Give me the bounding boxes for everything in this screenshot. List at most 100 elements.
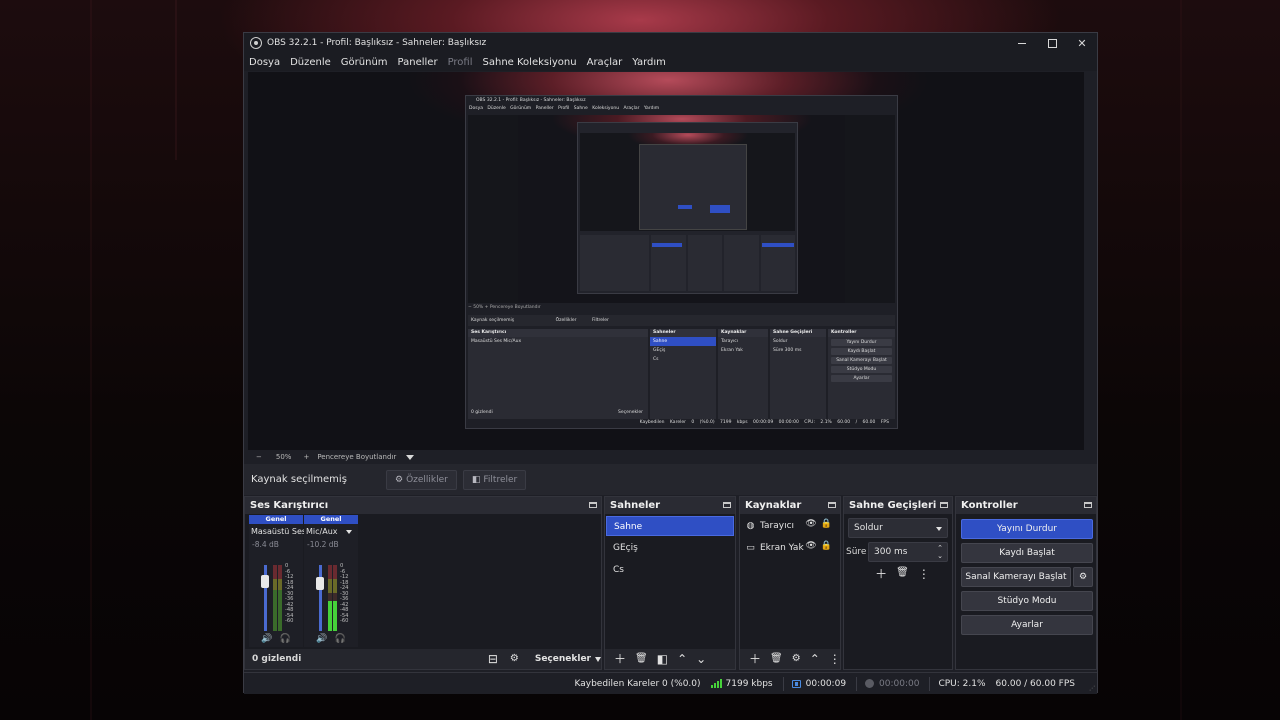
spinner-icon[interactable]: ⌃ ⌄ bbox=[937, 544, 943, 560]
nested-scenes: Sahneler Sahne GEçiş Cs bbox=[650, 329, 716, 419]
more-icon[interactable]: ⋮ bbox=[829, 653, 841, 665]
more-icon[interactable]: ⋮ bbox=[918, 568, 930, 580]
link-settings-icon[interactable]: ⚙ bbox=[510, 654, 519, 664]
scene-item[interactable]: Sahne bbox=[606, 516, 734, 536]
transition-actions: ＋ 🗑 ⋮ bbox=[844, 568, 952, 581]
chevron-down-icon[interactable] bbox=[595, 656, 601, 662]
nested-dock bbox=[580, 235, 649, 291]
zoom-in-button[interactable]: + bbox=[303, 453, 309, 461]
maximize-button[interactable] bbox=[1037, 33, 1067, 53]
nested-canvas bbox=[518, 115, 845, 303]
eye-icon[interactable]: 👁 bbox=[805, 519, 816, 529]
resize-grip-icon[interactable]: ⋰ bbox=[1089, 685, 1095, 692]
menu-profile[interactable]: Profil bbox=[448, 57, 473, 68]
record-time: 00:00:00 bbox=[865, 679, 919, 689]
headphones-icon[interactable]: 🎧 bbox=[279, 634, 290, 644]
source-item[interactable]: ◍ Tarayıcı 👁 🔒 bbox=[740, 516, 840, 536]
nested-btn: Kaydı Başlat bbox=[831, 348, 892, 355]
scene-item[interactable]: Cs bbox=[606, 560, 734, 580]
menu-help[interactable]: Yardım bbox=[632, 57, 666, 68]
duration-value: 300 ms bbox=[874, 547, 908, 557]
strip-db: -10.2 dB bbox=[307, 540, 339, 549]
chevron-down-icon[interactable] bbox=[406, 454, 415, 460]
nested-status: Kaybedilen Kareler 0 (%0.0) 7199 kbps 00… bbox=[639, 420, 889, 425]
options-button[interactable]: Seçenekler bbox=[535, 654, 591, 664]
menu-file[interactable]: Dosya bbox=[249, 57, 280, 68]
undock-icon[interactable] bbox=[940, 502, 948, 508]
chevron-down-icon[interactable]: ⌄ bbox=[696, 653, 706, 665]
menu-edit[interactable]: Düzenle bbox=[290, 57, 331, 68]
gear-icon[interactable]: ⚙ bbox=[792, 654, 801, 664]
nested-mixer: Ses Karıştırıcı Masaüstü Ses Mic/Aux 0 g… bbox=[468, 329, 648, 419]
scene-item[interactable]: GEçiş bbox=[606, 538, 734, 558]
nested-controls-title: Kontroller bbox=[828, 329, 895, 337]
eye-icon[interactable]: 👁 bbox=[805, 541, 816, 551]
nested-scene-item: Cs bbox=[653, 357, 659, 362]
mixer-strip-desktop: Genel Masaüstü Ses -8.4 dB 0 -6 -12 -18 -24-… bbox=[249, 515, 316, 647]
nested-obs-capture-2 bbox=[577, 122, 798, 294]
scenes-title: Sahneler bbox=[605, 497, 735, 514]
virtual-camera-settings-button[interactable]: ⚙ bbox=[1073, 567, 1093, 587]
trash-icon[interactable]: 🗑 bbox=[896, 568, 909, 580]
volume-fader[interactable] bbox=[319, 565, 322, 631]
lock-icon[interactable]: 🔒 bbox=[821, 519, 832, 529]
menu-view[interactable]: Görünüm bbox=[341, 57, 388, 68]
start-record-button[interactable]: Kaydı Başlat bbox=[961, 543, 1093, 563]
preview-area[interactable]: OBS 32.2.1 - Profil: Başlıksız - Sahnele… bbox=[248, 72, 1084, 450]
nested-btn: Stüdyo Modu bbox=[831, 366, 892, 373]
add-icon[interactable]: ＋ bbox=[749, 653, 761, 665]
undock-icon[interactable] bbox=[828, 502, 836, 508]
strip-tag: Genel bbox=[249, 515, 303, 524]
fader-handle[interactable] bbox=[316, 577, 324, 590]
nested-obs-capture: OBS 32.2.1 - Profil: Başlıksız - Sahnele… bbox=[465, 95, 898, 429]
strip-name-select[interactable]: Masaüstü Ses bbox=[249, 527, 316, 536]
headphones-icon[interactable]: 🎧 bbox=[334, 634, 345, 644]
transition-select[interactable]: Soldur bbox=[848, 518, 948, 538]
speaker-icon[interactable]: 🔊 bbox=[261, 634, 272, 644]
trash-icon[interactable]: 🗑 bbox=[770, 654, 783, 664]
trash-icon[interactable]: 🗑 bbox=[635, 654, 648, 664]
undock-icon[interactable] bbox=[723, 502, 731, 508]
background-decoration bbox=[90, 0, 92, 720]
settings-button[interactable]: Ayarlar bbox=[961, 615, 1093, 635]
nested-dock bbox=[687, 235, 722, 291]
menu-scene-collection[interactable]: Sahne Koleksiyonu bbox=[483, 57, 577, 68]
virtual-camera-button[interactable]: Sanal Kamerayı Başlat bbox=[961, 567, 1071, 587]
studio-mode-button[interactable]: Stüdyo Modu bbox=[961, 591, 1093, 611]
fader-handle[interactable] bbox=[261, 575, 269, 588]
chevron-up-icon[interactable]: ⌃ bbox=[810, 653, 820, 665]
menu-tools[interactable]: Araçlar bbox=[587, 57, 623, 68]
properties-button[interactable]: ⚙ Özellikler bbox=[386, 469, 457, 490]
chevron-up-icon[interactable]: ⌃ bbox=[677, 653, 687, 665]
record-icon bbox=[865, 679, 875, 688]
controls-title: Kontroller bbox=[956, 497, 1096, 514]
speaker-icon[interactable]: 🔊 bbox=[316, 634, 327, 644]
undock-icon[interactable] bbox=[589, 502, 597, 508]
preview-canvas[interactable]: OBS 32.2.1 - Profil: Başlıksız - Sahnele… bbox=[248, 72, 1084, 450]
close-button[interactable]: ✕ bbox=[1067, 33, 1097, 53]
nested-strip-name: Mic/Aux bbox=[503, 339, 522, 344]
zoom-out-button[interactable]: − bbox=[256, 453, 262, 461]
layout-icon[interactable]: ⊟ bbox=[488, 653, 498, 665]
undock-icon[interactable] bbox=[1084, 502, 1092, 508]
nested-sources-title: Kaynaklar bbox=[718, 329, 768, 337]
lock-icon[interactable]: 🔒 bbox=[821, 541, 832, 551]
zoom-mode-select[interactable]: Pencereye Boyutlandır bbox=[317, 453, 396, 461]
source-item[interactable]: ▭ Ekran Yak 👁 🔒 bbox=[740, 538, 840, 558]
menu-docks[interactable]: Paneller bbox=[398, 57, 438, 68]
source-name: Ekran Yak bbox=[760, 543, 804, 553]
filters-button[interactable]: ◧ Filtreler bbox=[462, 469, 527, 490]
nested-btn: Yayını Durdur bbox=[831, 339, 892, 346]
hidden-count: 0 gizlendi bbox=[252, 654, 302, 664]
add-icon[interactable]: ＋ bbox=[875, 568, 887, 580]
minimize-button[interactable] bbox=[1007, 33, 1037, 53]
add-icon[interactable]: ＋ bbox=[614, 653, 626, 665]
stop-stream-button[interactable]: Yayını Durdur bbox=[961, 519, 1093, 539]
level-meter bbox=[333, 565, 337, 631]
filter-icon[interactable]: ◧ bbox=[657, 653, 668, 665]
duration-input[interactable]: 300 ms ⌃ ⌄ bbox=[868, 542, 948, 562]
nested-zoombar: − 50% + Pencereye Boyutlandır bbox=[468, 305, 541, 310]
strip-name-select[interactable]: Mic/Aux bbox=[304, 527, 358, 536]
window-title: OBS 32.2.1 - Profil: Başlıksız - Sahnele… bbox=[267, 38, 487, 48]
duration-label: Süre bbox=[846, 547, 867, 557]
